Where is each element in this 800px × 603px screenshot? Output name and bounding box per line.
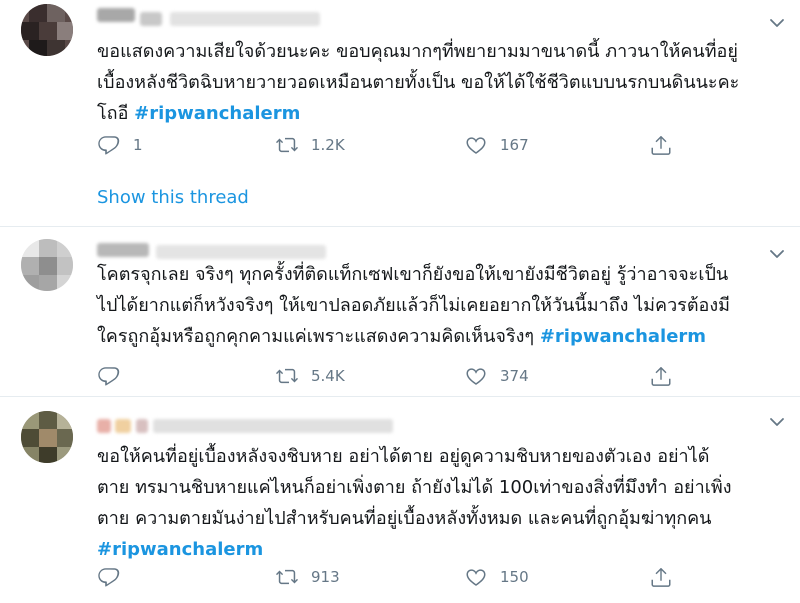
- chevron-down-icon[interactable]: [768, 413, 786, 431]
- tweet-text-line: โถอี: [97, 103, 135, 124]
- share-icon: [651, 135, 671, 155]
- like-count: 374: [500, 367, 529, 385]
- tweet-text-line: เบื้องหลังชีวิตฉิบหายวายวอดเหมือนตายทั้ง…: [97, 72, 740, 93]
- tweet-2[interactable]: โคตรจุกเลย จริงๆ ทุกครั้งที่ติดแท็กเซฟเข…: [0, 227, 800, 394]
- share-icon: [651, 366, 671, 386]
- chevron-down-icon[interactable]: [768, 14, 786, 32]
- retweet-count: 1.2K: [311, 136, 345, 154]
- heart-icon: [466, 137, 486, 154]
- share-button[interactable]: [649, 565, 673, 589]
- avatar[interactable]: [21, 4, 73, 56]
- tweet-actions: 1 1.2K 167: [97, 133, 697, 157]
- reply-icon: [98, 568, 120, 587]
- tweet-text: โคตรจุกเลย จริงๆ ทุกครั้งที่ติดแท็กเซฟเข…: [97, 259, 787, 352]
- retweet-count: 913: [311, 568, 340, 586]
- hashtag-link[interactable]: #ripwanchalerm: [540, 326, 706, 347]
- heart-icon: [466, 368, 486, 385]
- retweet-button[interactable]: 5.4K: [275, 364, 345, 388]
- avatar[interactable]: [21, 239, 73, 291]
- reply-button[interactable]: 1: [97, 133, 143, 157]
- tweet-text-line: โคตรจุกเลย จริงๆ ทุกครั้งที่ติดแท็กเซฟเข…: [97, 264, 729, 285]
- heart-icon: [466, 569, 486, 586]
- like-count: 167: [500, 136, 529, 154]
- reply-icon: [98, 136, 120, 155]
- avatar[interactable]: [21, 411, 73, 463]
- retweet-count: 5.4K: [311, 367, 345, 385]
- retweet-button[interactable]: 913: [275, 565, 340, 589]
- share-button[interactable]: [649, 133, 673, 157]
- reply-icon: [98, 367, 120, 386]
- like-button[interactable]: 167: [464, 133, 529, 157]
- tweet-3[interactable]: ขอให้คนที่อยู่เบื้องหลังจงชิบหาย อย่าได้…: [0, 397, 800, 603]
- hashtag-link[interactable]: #ripwanchalerm: [134, 103, 300, 124]
- tweet-text-line: ตาย ความตายมันง่ายไปสำหรับคนที่อยู่เบื้อ…: [97, 508, 712, 529]
- tweet-actions: 913 150: [97, 565, 697, 589]
- tweet-text-line: ขอให้คนที่อยู่เบื้องหลังจงชิบหาย อย่าได้…: [97, 446, 710, 467]
- reply-button[interactable]: [97, 364, 133, 388]
- tweet-actions: 5.4K 374: [97, 364, 697, 388]
- tweet-text-line: ไปได้ยากแต่ก็หวังจริงๆ ให้เขาปลอดภัยแล้ว…: [97, 295, 731, 316]
- show-thread-link[interactable]: Show this thread: [97, 187, 249, 208]
- tweet-text-line: ขอแสดงความเสียใจด้วยนะคะ ขอบคุณมากๆที่พย…: [97, 41, 738, 62]
- retweet-icon: [276, 569, 298, 585]
- retweet-icon: [276, 368, 298, 384]
- share-icon: [651, 567, 671, 587]
- reply-count: 1: [133, 136, 143, 154]
- hashtag-link[interactable]: #ripwanchalerm: [97, 539, 263, 560]
- reply-button[interactable]: [97, 565, 133, 589]
- retweet-button[interactable]: 1.2K: [275, 133, 345, 157]
- share-button[interactable]: [649, 364, 673, 388]
- tweet-text-line: ใครถูกอุ้มหรือถูกคุกคามแค่เพราะแสดงความค…: [97, 326, 540, 347]
- tweet-text-line: ตาย ทรมานชิบหายแค่ไหนก็อย่าเพิ่งตาย ถ้าย…: [97, 477, 732, 498]
- retweet-icon: [276, 137, 298, 153]
- tweet-1[interactable]: ขอแสดงความเสียใจด้วยนะคะ ขอบคุณมากๆที่พย…: [0, 0, 800, 224]
- like-count: 150: [500, 568, 529, 586]
- tweet-text: ขอแสดงความเสียใจด้วยนะคะ ขอบคุณมากๆที่พย…: [97, 36, 787, 129]
- like-button[interactable]: 150: [464, 565, 529, 589]
- tweet-text: ขอให้คนที่อยู่เบื้องหลังจงชิบหาย อย่าได้…: [97, 441, 787, 565]
- like-button[interactable]: 374: [464, 364, 529, 388]
